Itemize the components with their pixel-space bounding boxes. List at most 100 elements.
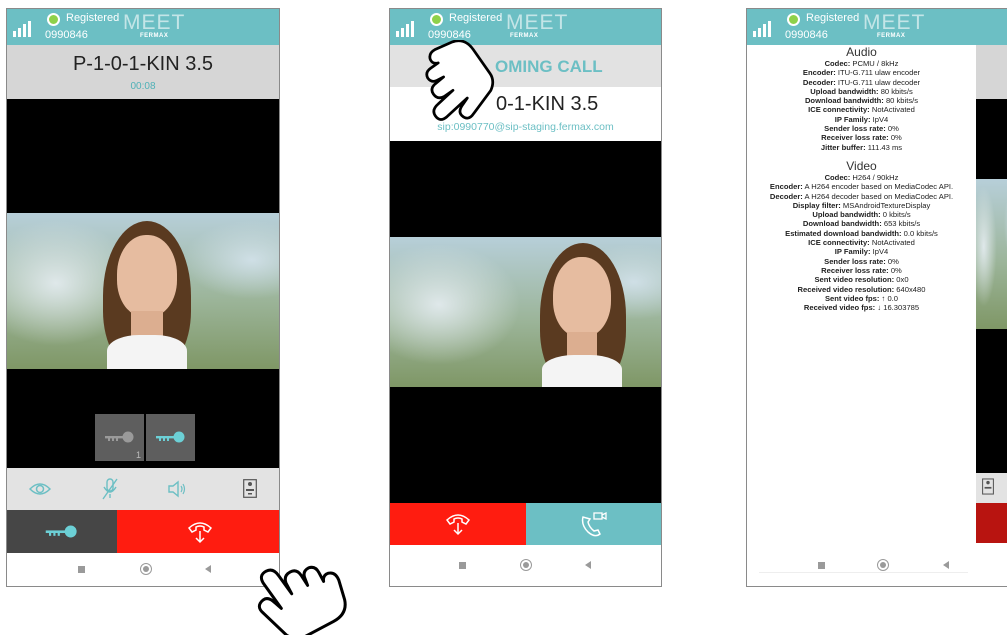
door-open-relay-2-button[interactable] — [146, 414, 195, 461]
audio-stat-value: 0% — [885, 124, 899, 134]
fermax-logo: FERMAX — [510, 33, 539, 39]
video-call-icon — [581, 511, 607, 537]
audio-stat-label: Jitter buffer: — [820, 142, 866, 152]
video-stat-row: Display filter: MSAndroidTextureDisplay — [747, 201, 976, 210]
video-letterbox-top — [390, 141, 661, 237]
hang-up-button[interactable] — [117, 510, 279, 553]
audio-stat-label: ICE connectivity: — [808, 105, 870, 115]
accept-video-call-button[interactable] — [526, 503, 661, 545]
video-stat-value: 0x0 — [894, 275, 909, 285]
registration-status-dot — [430, 13, 443, 26]
fermax-logo: FERMAX — [140, 33, 169, 39]
video-stat-label: Encoder: — [769, 182, 803, 192]
video-stat-value: 0% — [888, 265, 902, 275]
key-icon — [45, 525, 77, 538]
video-stat-row: Codec: H264 / 90kHz — [747, 173, 976, 182]
audio-stat-value: NotActivated — [869, 105, 915, 115]
audio-stat-row: Receiver loss rate: 0% — [747, 133, 976, 142]
registration-status-dot — [47, 13, 60, 26]
audio-section-title: Audio — [846, 45, 877, 59]
home-icon[interactable] — [140, 563, 152, 575]
video-stat-value: 0 kbits/s — [880, 210, 911, 220]
video-stat-row: Encoder: A H264 encoder based on MediaCo… — [747, 182, 976, 191]
audio-stat-row: Sender loss rate: 0% — [747, 124, 976, 133]
audio-stat-row: ICE connectivity: NotActivated — [747, 105, 976, 114]
registration-status-dot — [787, 13, 800, 26]
caller-name: 0-1-KIN 3.5 — [496, 93, 599, 115]
video-stat-value: 0.0 kbits/s — [901, 228, 938, 238]
back-icon[interactable] — [943, 561, 949, 569]
audio-stat-value: 80 kbits/s — [883, 96, 919, 106]
video-stat-row: Download bandwidth: 653 kbits/s — [747, 219, 976, 228]
hang-up-icon — [187, 522, 213, 544]
audio-stat-label: IP Family: — [834, 114, 871, 124]
video-stat-label: Display filter: — [792, 200, 841, 210]
reject-call-button[interactable] — [390, 503, 526, 545]
audio-stat-row: Upload bandwidth: 80 kbits/s — [747, 87, 976, 96]
audio-stat-label: Encoder: — [802, 68, 836, 78]
video-stat-row: Sender loss rate: 0% — [747, 257, 976, 266]
fermax-logo: FERMAX — [877, 33, 906, 39]
video-stat-label: Received video resolution: — [797, 284, 895, 294]
eye-icon[interactable] — [29, 481, 51, 497]
audio-stat-label: Receiver loss rate: — [821, 133, 889, 143]
audio-stat-row: Decoder: ITU-G.711 ulaw decoder — [747, 78, 976, 87]
open-door-button[interactable] — [7, 510, 117, 553]
meet-logo: MEET — [506, 11, 569, 34]
video-stat-label: Decoder: — [769, 191, 803, 201]
video-stat-row: Sent video resolution: 0x0 — [747, 275, 976, 284]
phone-screen-in-call: Registered 0990846 MEET FERMAX P-1-0-1-K… — [6, 8, 280, 587]
door-open-relay-1-button[interactable]: 1 — [95, 414, 144, 461]
audio-stat-row: Codec: PCMU / 8kHz — [747, 59, 976, 68]
call-statistics-dialog[interactable]: Audio Codec: PCMU / 8kHz Encoder: ITU-G.7… — [747, 45, 976, 573]
intercom-panel-icon[interactable] — [243, 479, 257, 498]
meet-logo: MEET — [863, 11, 926, 34]
recents-icon[interactable] — [818, 562, 825, 569]
video-stat-row: Received video resolution: 640x480 — [747, 285, 976, 294]
video-stat-value: H264 / 90kHz — [850, 172, 899, 182]
video-stat-label: Download bandwidth: — [802, 219, 882, 229]
back-icon[interactable] — [205, 565, 211, 573]
back-icon[interactable] — [585, 561, 591, 569]
home-icon[interactable] — [520, 559, 532, 571]
device-code: 0990846 — [45, 29, 88, 41]
recents-icon[interactable] — [459, 562, 466, 569]
device-code: 0990846 — [785, 29, 828, 41]
video-stat-label: Upload bandwidth: — [812, 210, 881, 220]
audio-stat-value: 80 kbits/s — [878, 86, 913, 96]
registration-status-label: Registered — [449, 12, 503, 24]
tap-hand-icon — [257, 565, 347, 635]
video-letterbox-top — [7, 99, 279, 213]
video-letterbox-bottom — [390, 387, 661, 503]
video-stat-label: IP Family: — [834, 247, 871, 257]
recents-icon[interactable] — [78, 566, 85, 573]
video-stat-label: ICE connectivity: — [808, 238, 870, 248]
video-stat-value: A H264 encoder based on MediaCodec API. — [802, 182, 954, 192]
speaker-icon[interactable] — [167, 480, 189, 498]
audio-stat-value: ITU-G.711 ulaw encoder — [835, 68, 921, 78]
video-stat-label: Sent video fps: — [824, 293, 880, 303]
video-stat-value: 653 kbits/s — [881, 219, 921, 229]
sip-address: sip:0990770@sip-staging.fermax.com — [437, 121, 614, 133]
signal-icon — [13, 21, 31, 37]
hang-up-icon — [445, 514, 471, 536]
key-icon — [105, 431, 134, 443]
video-stat-value: NotActivated — [869, 238, 915, 248]
phone-screen-call-statistics: Registered 0990846 MEET FERMAX Audio Cod… — [746, 8, 1007, 587]
mic-off-icon[interactable] — [101, 477, 119, 501]
incoming-call-label: OMING CALL — [495, 57, 603, 76]
home-icon[interactable] — [877, 559, 889, 571]
video-section-title: Video — [846, 158, 877, 173]
video-stat-value: 0% — [885, 256, 899, 266]
meet-logo: MEET — [123, 11, 186, 34]
audio-stat-row: Jitter buffer: 111.43 ms — [747, 143, 976, 152]
audio-stat-label: Upload bandwidth: — [810, 86, 879, 96]
door-camera-video — [390, 237, 661, 387]
video-stat-label: Sent video resolution: — [814, 275, 895, 285]
video-stat-value: A H264 decoder based on MediaCodec API. — [802, 191, 954, 201]
video-stat-value: MSAndroidTextureDisplay — [840, 200, 931, 210]
relay-number: 1 — [135, 450, 141, 460]
audio-stat-row: Encoder: ITU-G.711 ulaw encoder — [747, 68, 976, 77]
video-stat-label: Sender loss rate: — [824, 256, 886, 266]
video-stat-value: 640x480 — [894, 284, 926, 294]
